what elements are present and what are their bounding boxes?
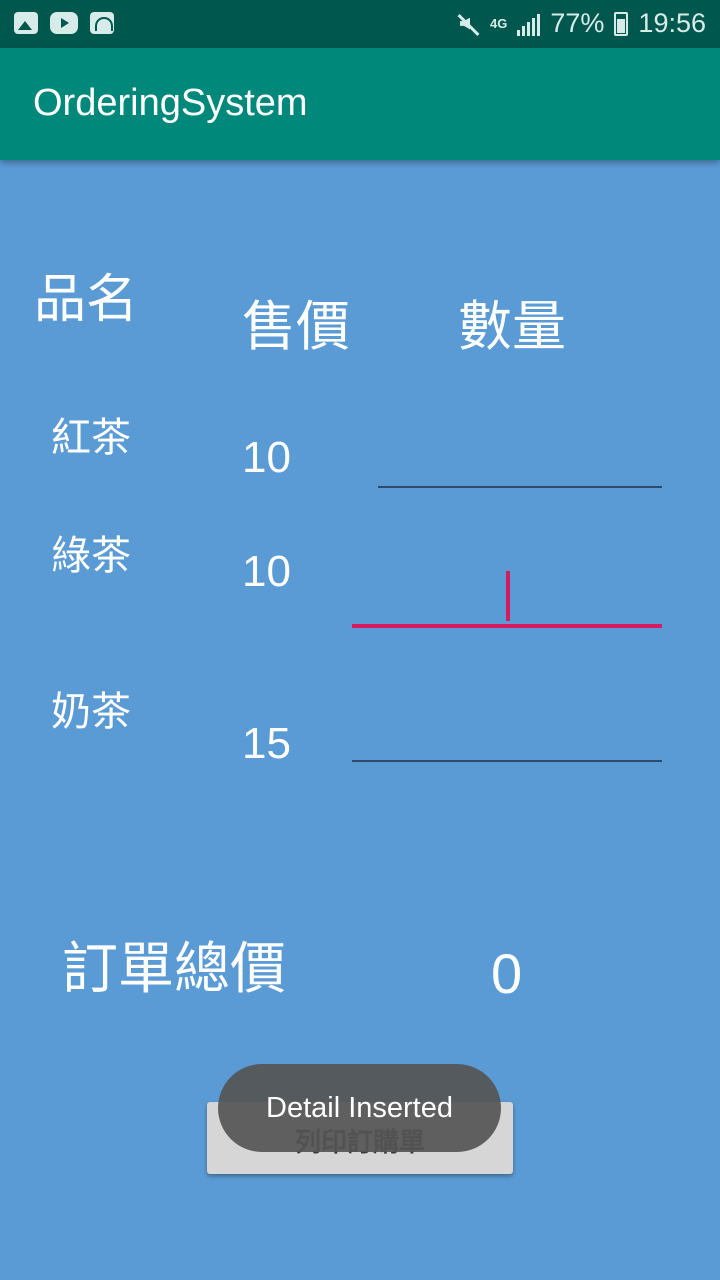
quantity-input-black-tea[interactable] (378, 438, 662, 488)
total-label: 訂單總價 (62, 937, 286, 1002)
youtube-icon (50, 12, 78, 34)
battery-percent: 77% (550, 8, 605, 38)
notification-icons (14, 12, 114, 34)
item-price-milk-tea: 15 (242, 719, 291, 768)
app-title: OrderingSystem (33, 82, 308, 124)
item-name-black-tea: 紅茶 (51, 415, 131, 461)
network-type: 4G (490, 15, 508, 31)
header-name: 品名 (34, 270, 139, 330)
clock: 19:56 (638, 8, 706, 38)
system-icons: 4G 77% 19:56 (456, 8, 706, 39)
header-price: 售價 (242, 295, 350, 358)
quantity-input-milk-tea[interactable] (352, 712, 662, 762)
item-price-green-tea: 10 (242, 547, 291, 596)
item-price-black-tea: 10 (242, 433, 291, 482)
image-icon (14, 12, 38, 34)
toast-message: Detail Inserted (218, 1064, 501, 1152)
text-cursor (506, 571, 510, 621)
mute-icon (456, 12, 480, 36)
app-bar: OrderingSystem (0, 48, 720, 160)
header-quantity: 數量 (458, 295, 566, 358)
status-bar: 4G 77% 19:56 (0, 0, 720, 48)
signal-icon (517, 12, 541, 36)
item-name-milk-tea: 奶茶 (51, 689, 131, 735)
battery-icon (614, 11, 629, 36)
wifi-box-icon (90, 12, 114, 34)
total-value: 0 (491, 942, 523, 1005)
item-name-green-tea: 綠茶 (51, 533, 131, 579)
